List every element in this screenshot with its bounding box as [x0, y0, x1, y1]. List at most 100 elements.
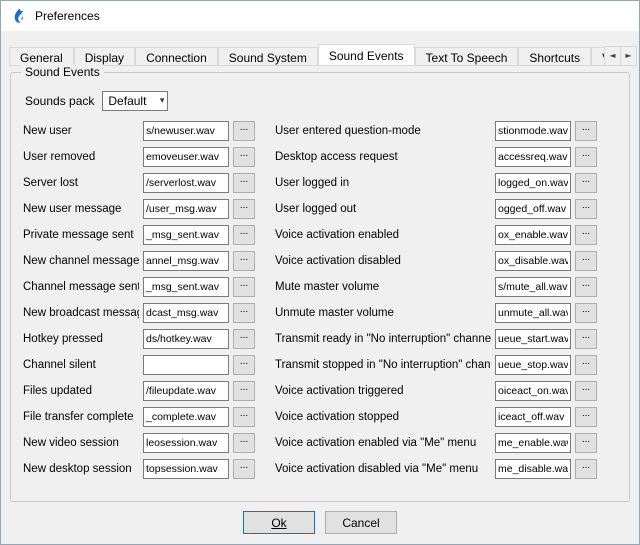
browse-button[interactable]: ... — [575, 225, 597, 245]
browse-button[interactable]: ... — [233, 173, 255, 193]
browse-button[interactable]: ... — [233, 433, 255, 453]
browse-button[interactable]: ... — [575, 277, 597, 297]
sound-file-input[interactable] — [143, 147, 229, 167]
sound-file-input[interactable] — [143, 407, 229, 427]
sound-event-row: User logged out ... — [275, 199, 597, 219]
sound-event-label: New broadcast message — [23, 307, 139, 319]
sound-event-row: New user ... — [23, 121, 255, 141]
browse-button[interactable]: ... — [233, 303, 255, 323]
browse-button[interactable]: ... — [575, 407, 597, 427]
sound-file-input[interactable] — [495, 433, 571, 453]
browse-button[interactable]: ... — [233, 225, 255, 245]
cancel-button[interactable]: Cancel — [325, 511, 397, 534]
sound-file-input[interactable] — [495, 173, 571, 193]
events-right-column: User entered question-mode ... Desktop a… — [275, 121, 597, 479]
sound-event-label: Transmit stopped in "No interruption" ch… — [275, 359, 491, 371]
sound-event-row: Voice activation stopped ... — [275, 407, 597, 427]
sound-file-input[interactable] — [495, 459, 571, 479]
sound-event-label: File transfer complete — [23, 411, 139, 423]
sound-file-input[interactable] — [495, 329, 571, 349]
sound-file-input[interactable] — [495, 225, 571, 245]
sound-file-input[interactable] — [495, 277, 571, 297]
sound-event-label: Mute master volume — [275, 281, 491, 293]
sound-file-input[interactable] — [495, 355, 571, 375]
browse-button[interactable]: ... — [233, 199, 255, 219]
browse-button[interactable]: ... — [575, 303, 597, 323]
chevron-down-icon: ▾ — [160, 95, 165, 106]
browse-button[interactable]: ... — [575, 251, 597, 271]
sound-events-group: Sound Events Sounds pack Default ▾ New u… — [10, 72, 630, 502]
tab-scroll-right-icon[interactable]: ► — [620, 46, 637, 66]
browse-button[interactable]: ... — [233, 329, 255, 349]
sound-event-label: Channel message sent — [23, 281, 139, 293]
tab-sound-system[interactable]: Sound System — [218, 47, 318, 66]
browse-button[interactable]: ... — [233, 147, 255, 167]
sound-event-label: User logged in — [275, 177, 491, 189]
sound-event-row: Transmit ready in "No interruption" chan… — [275, 329, 597, 349]
sound-event-label: Desktop access request — [275, 151, 491, 163]
sound-event-label: New user message — [23, 203, 139, 215]
tab-text-to-speech[interactable]: Text To Speech — [415, 47, 519, 66]
sound-file-input[interactable] — [495, 251, 571, 271]
sound-file-input[interactable] — [143, 355, 229, 375]
browse-button[interactable]: ... — [575, 173, 597, 193]
app-icon — [11, 8, 27, 24]
titlebar[interactable]: Preferences — [1, 1, 639, 31]
browse-button[interactable]: ... — [575, 433, 597, 453]
sound-file-input[interactable] — [143, 381, 229, 401]
tab-sound-events[interactable]: Sound Events — [318, 44, 415, 66]
sound-file-input[interactable] — [495, 407, 571, 427]
sound-event-label: User removed — [23, 151, 139, 163]
browse-button[interactable]: ... — [575, 459, 597, 479]
browse-button[interactable]: ... — [233, 121, 255, 141]
sound-file-input[interactable] — [143, 199, 229, 219]
sound-file-input[interactable] — [143, 277, 229, 297]
sound-file-input[interactable] — [495, 381, 571, 401]
sound-file-input[interactable] — [495, 121, 571, 141]
sound-file-input[interactable] — [143, 225, 229, 245]
tab-scroll-left-icon[interactable]: ◄ — [604, 46, 621, 66]
sound-file-input[interactable] — [143, 303, 229, 323]
browse-button[interactable]: ... — [575, 355, 597, 375]
browse-button[interactable]: ... — [233, 459, 255, 479]
sound-event-row: Voice activation disabled via "Me" menu … — [275, 459, 597, 479]
browse-button[interactable]: ... — [233, 407, 255, 427]
sound-event-label: Server lost — [23, 177, 139, 189]
events-grid: New user ... User removed ... Server los… — [23, 121, 617, 479]
browse-button[interactable]: ... — [233, 251, 255, 271]
browse-button[interactable]: ... — [575, 147, 597, 167]
browse-button[interactable]: ... — [233, 381, 255, 401]
sound-file-input[interactable] — [495, 147, 571, 167]
sounds-pack-select[interactable]: Default ▾ — [102, 91, 168, 111]
tab-shortcuts[interactable]: Shortcuts — [518, 47, 591, 66]
sound-event-label: Voice activation disabled via "Me" menu — [275, 463, 491, 475]
sound-event-row: Voice activation enabled via "Me" menu .… — [275, 433, 597, 453]
window-title: Preferences — [35, 9, 100, 23]
browse-button[interactable]: ... — [233, 277, 255, 297]
sound-file-input[interactable] — [143, 173, 229, 193]
sound-event-row: Transmit stopped in "No interruption" ch… — [275, 355, 597, 375]
ok-button[interactable]: Ok — [243, 511, 315, 534]
sound-file-input[interactable] — [495, 303, 571, 323]
tab-connection[interactable]: Connection — [135, 47, 218, 66]
sound-event-label: Channel silent — [23, 359, 139, 371]
sound-file-input[interactable] — [143, 121, 229, 141]
sound-file-input[interactable] — [143, 329, 229, 349]
sound-file-input[interactable] — [143, 459, 229, 479]
browse-button[interactable]: ... — [575, 381, 597, 401]
browse-button[interactable]: ... — [575, 329, 597, 349]
tab-display[interactable]: Display — [74, 47, 135, 66]
sound-event-row: User entered question-mode ... — [275, 121, 597, 141]
sound-file-input[interactable] — [495, 199, 571, 219]
sound-file-input[interactable] — [143, 251, 229, 271]
tab-general[interactable]: General — [9, 47, 74, 66]
sound-event-label: Transmit ready in "No interruption" chan… — [275, 333, 491, 345]
preferences-dialog: Preferences GeneralDisplayConnectionSoun… — [0, 0, 640, 545]
browse-button[interactable]: ... — [233, 355, 255, 375]
browse-button[interactable]: ... — [575, 121, 597, 141]
sound-file-input[interactable] — [143, 433, 229, 453]
sound-event-label: Files updated — [23, 385, 139, 397]
sound-event-row: File transfer complete ... — [23, 407, 255, 427]
dialog-footer: Ok Cancel — [1, 511, 639, 534]
browse-button[interactable]: ... — [575, 199, 597, 219]
